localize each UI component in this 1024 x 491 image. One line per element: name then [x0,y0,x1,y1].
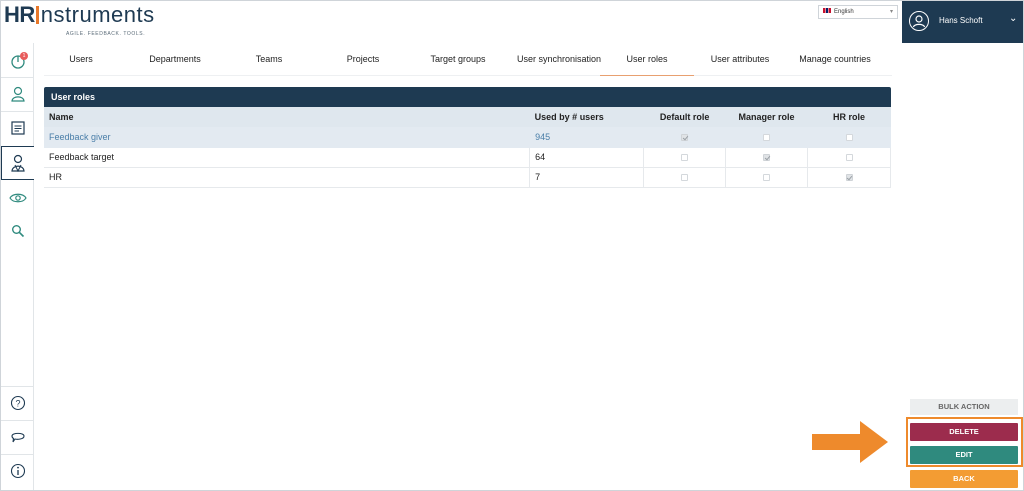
hr-role-checkbox[interactable] [845,154,853,162]
col-used-by-header[interactable]: Used by # users [529,107,644,127]
chevron-down-icon[interactable]: ⌄ [1009,13,1017,24]
language-select[interactable]: English ▾ [818,5,898,19]
sidebar-item-search[interactable] [1,215,34,247]
sidebar-item-chat[interactable] [1,421,34,453]
logo-i-mark [35,6,39,24]
user-icon [10,86,25,102]
header: HR nstruments AGILE. FEEDBACK. TOOLS. Eng… [1,1,901,43]
users-admin-icon [11,154,25,172]
default-role-checkbox[interactable] [681,174,689,182]
sidebar-item-help[interactable]: ? [1,387,34,419]
bulk-action-button[interactable]: BULK ACTION [910,399,1018,415]
cell-default-role [643,127,727,148]
user-roles-panel: User roles Name Used by # users Default … [44,87,891,188]
col-name-header[interactable]: Name [44,107,530,127]
default-role-checkbox[interactable] [681,154,689,162]
uk-flag-icon [823,8,831,13]
cell-used-by: 945 [529,127,645,148]
tab-manage-countries[interactable]: Manage countries [792,43,878,76]
help-icon: ? [10,395,25,411]
cell-manager-role [725,147,809,168]
cell-name: Feedback target [44,147,531,168]
tab-bar: Users Departments Teams Projects Target … [44,43,892,76]
col-hr-role-header[interactable]: HR role [807,107,891,127]
cell-name: HR [44,167,531,188]
table-row[interactable]: HR 7 [44,167,891,188]
tab-teams[interactable]: Teams [233,43,305,76]
back-button[interactable]: BACK [910,470,1018,488]
sidebar-item-users-admin[interactable] [1,146,34,180]
table-row[interactable]: Feedback target 64 [44,147,891,168]
sidebar-item-dashboard[interactable]: 1 [1,45,34,77]
tab-departments[interactable]: Departments [132,43,218,76]
panel-title: User roles [44,87,891,107]
tab-user-synchronisation[interactable]: User synchronisation [506,43,612,76]
col-manager-role-header[interactable]: Manager role [725,107,808,127]
manager-role-checkbox[interactable] [763,133,771,141]
info-icon [10,463,25,479]
search-icon [11,225,24,238]
tab-user-attributes[interactable]: User attributes [696,43,784,76]
cell-default-role [643,147,727,168]
table-row[interactable]: Feedback giver 945 [44,127,891,148]
cell-used-by: 7 [529,167,645,188]
svg-text:?: ? [15,398,20,408]
hr-role-checkbox[interactable] [845,174,853,182]
cell-default-role [643,167,727,188]
manager-role-checkbox[interactable] [763,154,771,162]
cell-hr-role [807,147,891,168]
cell-hr-role [807,127,891,148]
hr-role-checkbox[interactable] [845,133,853,141]
logo-light: nstruments [40,2,155,27]
sidebar-item-info[interactable] [1,455,34,487]
table-header-row: Name Used by # users Default role Manage… [44,107,891,127]
tab-users[interactable]: Users [44,43,118,76]
user-name: Hans Schoft [939,16,983,25]
cell-hr-role [807,167,891,188]
cell-manager-role [725,127,809,148]
list-icon [10,121,25,135]
col-default-role-header[interactable]: Default role [643,107,726,127]
cell-name: Feedback giver [44,127,531,148]
avatar-icon [909,11,929,31]
user-menu[interactable]: Hans Schoft ⌄ [902,1,1023,43]
sidebar-item-eye[interactable] [1,182,34,214]
cell-used-by: 64 [529,147,645,168]
chat-icon [10,432,25,443]
annotation-arrow-icon [812,421,888,463]
tab-target-groups[interactable]: Target groups [420,43,496,76]
caret-down-icon: ▾ [889,9,893,15]
edit-button[interactable]: EDIT [910,446,1018,464]
sidebar-item-list[interactable] [1,112,34,144]
delete-button[interactable]: DELETE [910,423,1018,441]
user-roles-table: Name Used by # users Default role Manage… [44,107,891,188]
logo[interactable]: HR nstruments AGILE. FEEDBACK. TOOLS. [4,2,155,38]
default-role-checkbox[interactable] [681,133,689,141]
tab-projects[interactable]: Projects [324,43,402,76]
sidebar-item-user[interactable] [1,78,34,110]
sidebar: 1 ? [1,43,34,490]
eye-icon [8,193,27,203]
logo-bold: HR [4,2,35,27]
logo-tagline: AGILE. FEEDBACK. TOOLS. [66,31,146,37]
tab-user-roles[interactable]: User roles [600,43,694,76]
manager-role-checkbox[interactable] [763,174,771,182]
notification-badge: 1 [20,52,28,60]
language-value: English [834,9,854,15]
cell-manager-role [725,167,809,188]
